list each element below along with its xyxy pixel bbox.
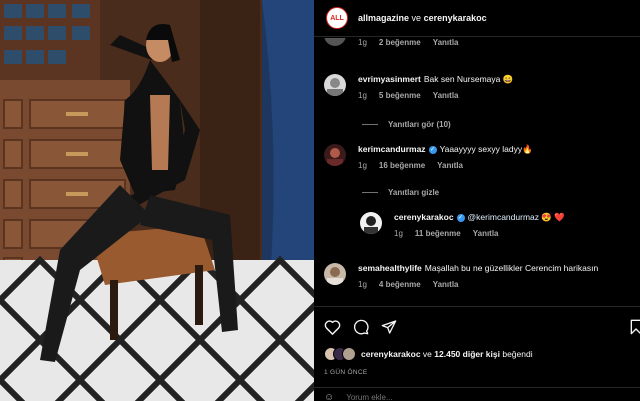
- comment-mention[interactable]: @kerimcandurmaz: [468, 212, 539, 222]
- liked-by-others[interactable]: 12.450 diğer kişi: [434, 349, 500, 359]
- reply-button[interactable]: Yanıtla: [433, 280, 459, 289]
- verified-badge-icon: ✓: [428, 145, 437, 154]
- avatar[interactable]: [342, 347, 356, 361]
- emoji-icon[interactable]: ☺: [324, 392, 334, 401]
- reply-button[interactable]: Yanıtla: [473, 229, 499, 238]
- reply-button[interactable]: Yanıtla: [433, 91, 459, 100]
- view-replies-label: Yanıtları gör (10): [388, 120, 451, 129]
- comment-text: semahealthylife Maşallah bu ne güzellikle…: [358, 263, 598, 274]
- action-icons: [324, 319, 397, 335]
- comment-meta: 1g 11 beğenme Yanıtla: [394, 229, 565, 238]
- liked-by-summary: cerenykarakoc ve 12.450 diğer kişi beğen…: [324, 347, 533, 361]
- liked-by-suffix: beğendi: [502, 349, 533, 359]
- comment-time: 1g: [358, 161, 367, 170]
- comment-username[interactable]: semahealthylife: [358, 263, 422, 273]
- liker-avatars: [324, 347, 356, 361]
- comment-text: evrimyasinmert Bak sen Nursemaya 😄: [358, 74, 513, 85]
- comment-item: evrimyasinmert Bak sen Nursemaya 😄 1g 5 b…: [324, 74, 513, 100]
- comment-text: cerenykarakoc ✓ @kerimcandurmaz 😍 ❤️: [394, 212, 565, 223]
- comment-body: Bak sen Nursemaya 😄: [423, 74, 514, 84]
- view-replies-toggle[interactable]: Yanıtları gör (10): [362, 120, 451, 129]
- author-connector: ve: [411, 13, 422, 23]
- comment-text: kerimcandurmaz ✓ Yaaayyyy sexyy ladyy🔥: [358, 144, 533, 155]
- thread-line: [362, 124, 378, 125]
- verified-badge-icon: ✓: [456, 213, 465, 222]
- bookmark-icon[interactable]: [628, 319, 640, 335]
- comment-likes[interactable]: 2 beğenme: [379, 38, 421, 47]
- comment-item: 1g 2 beğenme Yanıtla: [324, 38, 459, 47]
- post-header: ALL allmagazine ve cerenykarakoc: [314, 0, 640, 37]
- avatar[interactable]: [324, 144, 346, 166]
- comment-meta: 1g 16 beğenme Yanıtla: [358, 161, 533, 170]
- comment-username[interactable]: cerenykarakoc: [394, 212, 454, 222]
- comment-body: Maşallah bu ne güzellikler Cerencim hari…: [424, 263, 599, 273]
- post-actions: cerenykarakoc ve 12.450 diğer kişi beğen…: [314, 306, 640, 401]
- comment-time: 1g: [358, 91, 367, 100]
- comment-icon[interactable]: [353, 319, 369, 335]
- hide-replies-toggle[interactable]: Yanıtları gizle: [362, 188, 439, 197]
- comment-meta: 1g 5 beğenme Yanıtla: [358, 91, 513, 100]
- comment-username[interactable]: kerimcandurmaz: [358, 144, 426, 154]
- comment-item: kerimcandurmaz ✓ Yaaayyyy sexyy ladyy🔥 1g …: [324, 144, 533, 170]
- comment-likes[interactable]: 4 beğenme: [379, 280, 421, 289]
- comment-likes[interactable]: 16 beğenme: [379, 161, 425, 170]
- avatar[interactable]: [324, 38, 346, 46]
- comment-meta: 1g 2 beğenme Yanıtla: [358, 38, 459, 47]
- thread-line: [362, 192, 378, 193]
- avatar[interactable]: [324, 74, 346, 96]
- hide-replies-label: Yanıtları gizle: [388, 188, 440, 197]
- comment-body: 😍 ❤️: [541, 212, 565, 222]
- liked-by-connector: ve: [422, 349, 432, 359]
- post-image: [0, 0, 314, 401]
- comment-item: semahealthylife Maşallah bu ne güzellikle…: [324, 263, 598, 289]
- share-icon[interactable]: [381, 319, 397, 335]
- post-panel: ALL allmagazine ve cerenykarakoc 1g 2 be…: [314, 0, 640, 401]
- post-photo[interactable]: [0, 0, 314, 401]
- comment-likes[interactable]: 11 beğenme: [415, 229, 461, 238]
- comment-meta: 1g 4 beğenme Yanıtla: [358, 280, 598, 289]
- add-comment-bar: ☺: [314, 387, 640, 401]
- comment-likes[interactable]: 5 beğenme: [379, 91, 421, 100]
- comment-time: 1g: [394, 229, 403, 238]
- reply-button[interactable]: Yanıtla: [433, 38, 459, 47]
- liked-by-user[interactable]: cerenykarakoc: [361, 349, 421, 359]
- author-link[interactable]: allmagazine: [358, 13, 409, 23]
- comment-time: 1g: [358, 280, 367, 289]
- comment-username[interactable]: evrimyasinmert: [358, 74, 421, 84]
- comment-input[interactable]: [346, 393, 547, 401]
- reply-button[interactable]: Yanıtla: [437, 161, 463, 170]
- reply-item: cerenykarakoc ✓ @kerimcandurmaz 😍 ❤️ 1g 11…: [360, 212, 565, 238]
- post-authors: allmagazine ve cerenykarakoc: [358, 13, 487, 23]
- collaborator-link[interactable]: cerenykarakoc: [424, 13, 487, 23]
- avatar[interactable]: [324, 263, 346, 285]
- comment-time: 1g: [358, 38, 367, 47]
- comment-body: Yaaayyyy sexyy ladyy🔥: [439, 144, 533, 154]
- comments-list[interactable]: 1g 2 beğenme Yanıtla evrimyasinmert Bak s…: [314, 38, 640, 306]
- heart-icon[interactable]: [324, 319, 341, 335]
- post-timestamp[interactable]: 1 GÜN ÖNCE: [324, 369, 367, 376]
- avatar[interactable]: [360, 212, 382, 234]
- author-avatar[interactable]: ALL: [326, 7, 348, 29]
- avatar-logo-text: ALL: [330, 14, 344, 22]
